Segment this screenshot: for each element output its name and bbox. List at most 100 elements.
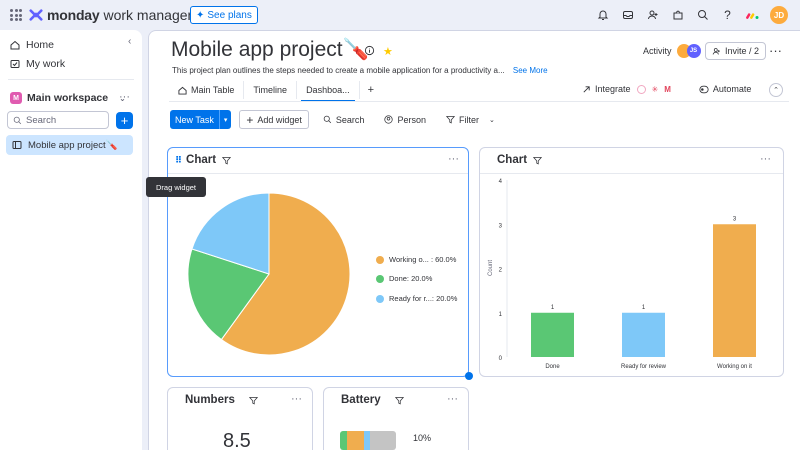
automate-icon xyxy=(699,85,709,93)
home-icon xyxy=(10,40,20,50)
widget-divider xyxy=(480,173,783,174)
automate-button[interactable]: Automate xyxy=(699,84,752,94)
collapse-header-icon[interactable]: ⌃ xyxy=(769,83,783,97)
integration-app-icon-2: ✳ xyxy=(651,84,659,94)
battery-widget-more-icon[interactable]: ··· xyxy=(447,393,458,405)
filter-icon[interactable] xyxy=(248,396,258,405)
sidebar-home-label: Home xyxy=(26,39,55,51)
widget-title-row: ⠿ Chart xyxy=(175,154,232,166)
inbox-icon[interactable] xyxy=(620,8,635,23)
tab-timeline[interactable]: Timeline xyxy=(244,81,298,99)
filter-button[interactable]: Filter ⌄ xyxy=(440,110,501,129)
board-more-icon[interactable]: ··· xyxy=(769,43,782,58)
tab-dashboard-label: Dashboa... xyxy=(306,85,350,95)
person-label: Person xyxy=(397,114,426,125)
invite-label: Invite / 2 xyxy=(725,46,760,56)
filter-icon[interactable] xyxy=(533,156,543,165)
numbers-widget-title[interactable]: Numbers xyxy=(185,394,235,406)
description-text: This project plan outlines the steps nee… xyxy=(172,66,505,75)
activity-button[interactable]: Activity JS xyxy=(643,44,701,58)
legend-swatch-working xyxy=(376,255,384,264)
drag-handle-icon[interactable]: ⠿ xyxy=(175,155,182,166)
integrate-button[interactable]: Integrate xyxy=(582,84,631,94)
home-icon xyxy=(178,86,187,95)
invite-button[interactable]: Invite / 2 xyxy=(705,42,767,60)
tab-timeline-label: Timeline xyxy=(253,85,288,95)
legend-working-label: Working o... : 60.0% xyxy=(389,255,457,264)
filter-icon[interactable] xyxy=(394,396,404,405)
add-view-button[interactable]: + xyxy=(360,84,382,96)
filter-icon xyxy=(445,116,455,124)
collapse-sidebar-icon[interactable]: ‹ xyxy=(128,36,131,47)
sidebar-board-label: Mobile app project🪛 xyxy=(28,139,118,151)
see-more-link[interactable]: See More xyxy=(513,66,548,75)
sidebar-item-board[interactable]: Mobile app project🪛 xyxy=(6,135,133,155)
sidebar-search-placeholder: Search xyxy=(26,114,57,126)
tab-dashboard[interactable]: Dashboa... xyxy=(297,81,360,102)
search-icon[interactable] xyxy=(695,8,710,23)
battery-segment-working xyxy=(347,431,364,450)
resize-handle[interactable] xyxy=(465,372,473,380)
legend-done: Done: 20.0% xyxy=(376,274,432,283)
invite-members-icon[interactable] xyxy=(645,8,660,23)
person-filter-button[interactable]: Person xyxy=(378,110,432,129)
gmail-icon: M xyxy=(664,84,671,94)
bell-icon[interactable] xyxy=(595,8,610,23)
see-plans-label: See plans xyxy=(207,9,252,21)
battery-percent: 10% xyxy=(413,433,432,443)
tab-main-table[interactable]: Main Table xyxy=(169,81,245,99)
board-description: This project plan outlines the steps nee… xyxy=(172,66,548,75)
search-label: Search xyxy=(335,114,365,125)
add-board-button[interactable]: + xyxy=(116,112,133,129)
bar-chart-widget[interactable]: Chart ··· xyxy=(479,147,784,377)
sidebar-my-work-label: My work xyxy=(26,58,66,70)
legend-review-label: Ready for r...: 20.0% xyxy=(389,294,458,303)
legend-working: Working o... : 60.0% xyxy=(376,255,456,264)
bar-widget-more-icon[interactable]: ··· xyxy=(760,153,771,165)
pie-widget-title[interactable]: Chart xyxy=(186,154,216,166)
apps-icon[interactable] xyxy=(670,8,685,23)
star-icon[interactable]: ★ xyxy=(383,45,393,59)
sidebar: Home My work ‹ M Main workspace ⌄ ··· Se… xyxy=(0,30,142,450)
page-title[interactable]: Mobile app project🪛 xyxy=(171,38,369,62)
chevron-down-icon[interactable]: ▾ xyxy=(218,110,232,129)
filter-icon[interactable] xyxy=(222,156,232,165)
numbers-widget-more-icon[interactable]: ··· xyxy=(291,393,302,405)
monday-logo-icon xyxy=(29,9,43,21)
new-task-button[interactable]: New Task ▾ xyxy=(170,110,232,129)
sidebar-item-my-work[interactable]: My work xyxy=(10,58,65,70)
pie-widget-more-icon[interactable]: ··· xyxy=(448,153,459,165)
tabs-divider xyxy=(169,101,789,102)
integrate-label: Integrate xyxy=(595,84,631,94)
help-icon[interactable]: ? xyxy=(720,8,735,23)
invite-person-icon xyxy=(712,47,720,55)
apps-grid-icon[interactable] xyxy=(10,9,22,21)
workspace-selector[interactable]: M Main workspace ⌄ xyxy=(10,92,126,104)
widget-title-row: Chart xyxy=(497,154,543,166)
legend-review: Ready for r...: 20.0% xyxy=(376,294,457,303)
battery-widget-title[interactable]: Battery xyxy=(341,394,381,406)
plus-icon: + xyxy=(246,112,254,127)
see-plans-button[interactable]: ✦ See plans xyxy=(190,6,258,24)
automate-label: Automate xyxy=(712,84,752,94)
battery-segment-done xyxy=(340,431,347,450)
search-button[interactable]: Search xyxy=(317,110,371,129)
user-avatar[interactable]: JD xyxy=(770,6,788,24)
search-icon xyxy=(323,115,332,124)
monday-apps-icon[interactable] xyxy=(745,8,760,23)
board-icon xyxy=(12,141,22,149)
info-icon[interactable] xyxy=(364,45,375,59)
chevron-down-icon[interactable]: ⌄ xyxy=(489,116,495,124)
battery-progress-bar xyxy=(340,431,396,450)
add-widget-label: Add widget xyxy=(257,114,302,125)
activity-avatar-2: JS xyxy=(686,44,701,58)
integration-app-icon-1 xyxy=(636,84,646,94)
add-widget-button[interactable]: + Add widget xyxy=(239,110,309,129)
sidebar-search-input[interactable]: Search xyxy=(7,111,109,129)
my-work-icon xyxy=(10,60,20,68)
sidebar-divider xyxy=(8,79,134,80)
sidebar-item-home[interactable]: Home xyxy=(10,39,54,51)
drag-widget-tooltip: Drag widget xyxy=(146,177,206,197)
workspace-more-icon[interactable]: ··· xyxy=(119,91,130,103)
bar-widget-title[interactable]: Chart xyxy=(497,154,527,166)
